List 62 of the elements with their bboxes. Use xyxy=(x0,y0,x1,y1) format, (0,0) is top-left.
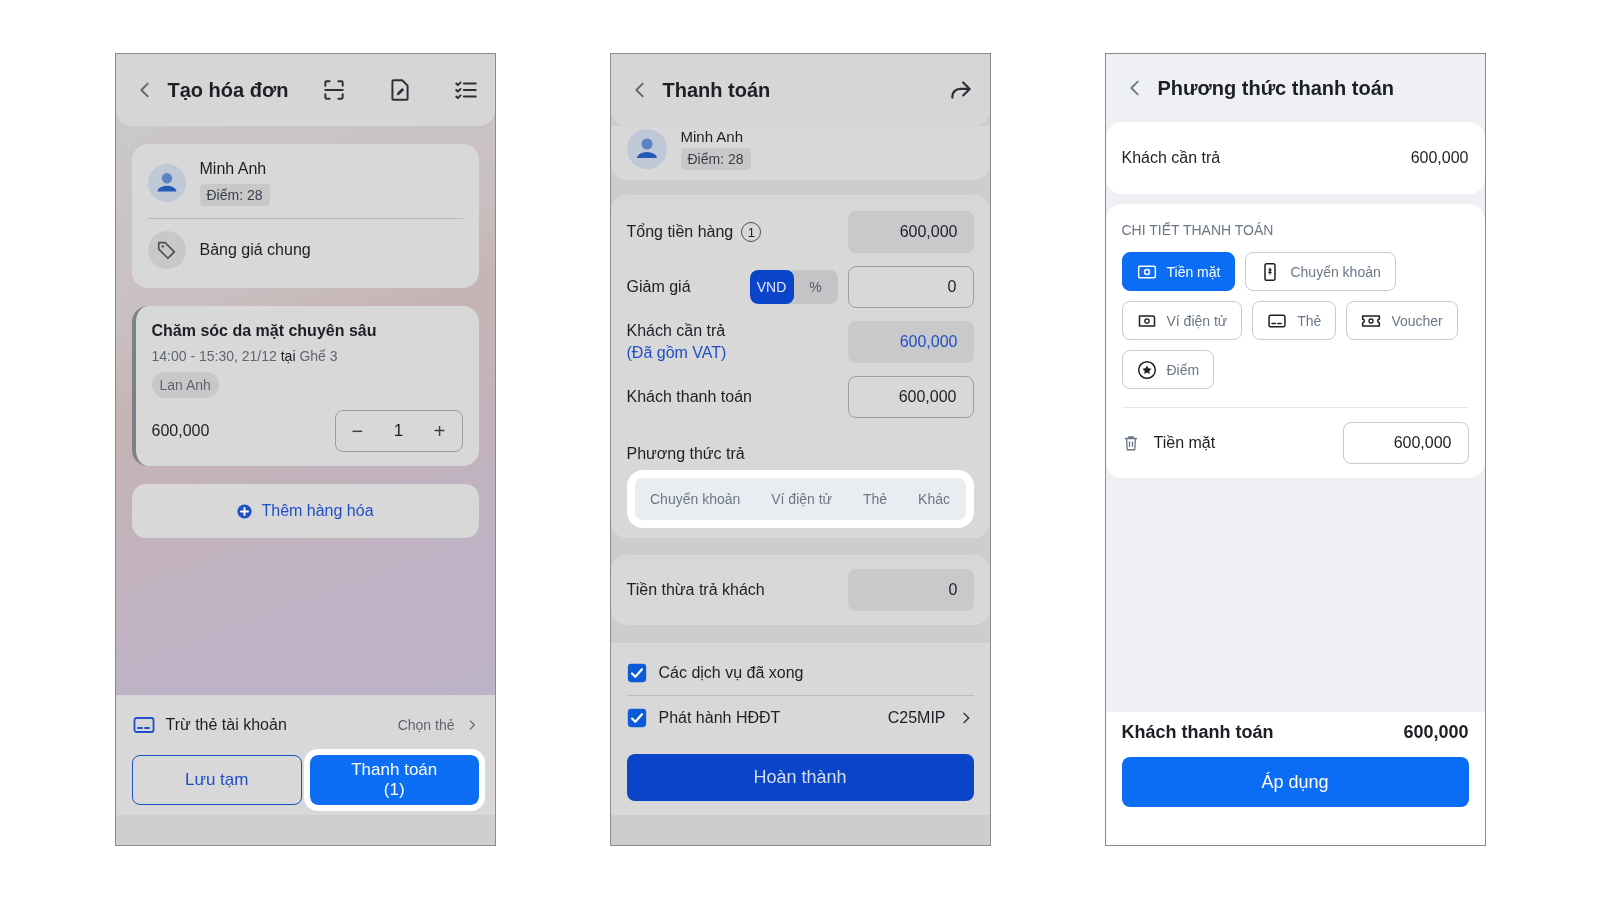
checkbox[interactable] xyxy=(626,663,647,683)
payment-method-tab[interactable]: Thẻ xyxy=(856,487,894,511)
total-value: 600,000 xyxy=(1403,722,1469,743)
avatar-icon xyxy=(147,164,186,202)
section-label: Phương thức trả xyxy=(626,445,746,463)
field-label: Khách thanh toán xyxy=(626,388,752,406)
payment-method-chip[interactable]: Ví điện tử xyxy=(1121,301,1243,340)
add-item-button[interactable]: Thêm hàng hóa xyxy=(131,484,479,538)
amount-field[interactable]: 600,000 xyxy=(1342,422,1469,464)
price-list-label[interactable]: Bảng giá chung xyxy=(199,241,311,259)
choose-card-link[interactable]: Chọn thẻ xyxy=(397,717,455,733)
staff-chip: Lan Anh xyxy=(151,372,219,398)
screen-title: Tạo hóa đơn xyxy=(167,78,290,102)
section-heading: CHI TIẾT THANH TOÁN xyxy=(1121,222,1275,238)
service-price: 600,000 xyxy=(151,422,210,440)
payment-method-tab[interactable]: Khác xyxy=(912,487,956,511)
card-deduction-label: Trừ thẻ tài khoản xyxy=(165,716,288,734)
complete-button[interactable]: Hoàn thành xyxy=(626,754,974,801)
payment-method-tab[interactable]: Chuyển khoản xyxy=(644,487,747,511)
customer-name: Minh Anh xyxy=(680,128,745,145)
total-label: Khách thanh toán xyxy=(1121,722,1274,743)
field-label: Giảm giá xyxy=(626,278,692,296)
customer-pays-field[interactable]: 600,000 xyxy=(847,376,974,418)
amount-due-field: 600,000 xyxy=(847,321,974,363)
field-label: Tiền thừa trả khách xyxy=(626,581,765,599)
field-label: Tổng tiền hàng xyxy=(626,223,734,241)
service-schedule: 14:00 - 15:30, 21/12 tại Ghế 3 xyxy=(151,348,339,364)
points-badge: Điểm: 28 xyxy=(680,148,751,170)
quantity-stepper[interactable]: − 1 + xyxy=(334,410,463,452)
vat-note: (Đã gồm VAT) xyxy=(626,344,727,362)
amount-due-label: Khách cần trả xyxy=(1121,149,1221,167)
amount-due-value: 600,000 xyxy=(1410,149,1469,167)
checkbox[interactable] xyxy=(626,708,647,728)
checkbox-label: Các dịch vụ đã xong xyxy=(658,664,805,682)
quantity-value: 1 xyxy=(393,421,404,441)
tag-icon xyxy=(155,239,178,261)
screen-title: Thanh toán xyxy=(662,78,772,102)
save-draft-button[interactable]: Lưu tạm xyxy=(131,755,302,805)
avatar-icon xyxy=(626,129,667,169)
apply-button[interactable]: Áp dụng xyxy=(1121,757,1469,807)
invoice-template-value: C25MIP xyxy=(887,709,946,727)
discount-field[interactable]: 0 xyxy=(847,266,974,308)
payment-method-chip[interactable]: Tiền mặt xyxy=(1121,252,1236,291)
points-badge: Điểm: 28 xyxy=(199,184,270,206)
decrease-button[interactable]: − xyxy=(347,419,368,443)
payment-method-tab[interactable]: Ví điện tử xyxy=(765,487,838,511)
payment-method-chip[interactable]: Điểm xyxy=(1121,350,1215,389)
screen-title: Phương thức thanh toán xyxy=(1157,76,1395,100)
payment-method-chip[interactable]: Voucher xyxy=(1346,301,1458,340)
change-field: 0 xyxy=(847,569,974,611)
field-label: Khách cần trả xyxy=(626,322,727,340)
plus-circle-icon xyxy=(236,502,254,520)
payment-line-label: Tiền mặt xyxy=(1153,434,1217,452)
payment-method-chip[interactable]: Chuyển khoản xyxy=(1245,252,1396,291)
unit-toggle[interactable]: % xyxy=(793,270,838,304)
customer-name: Minh Anh xyxy=(199,160,268,178)
increase-button[interactable]: + xyxy=(429,419,450,443)
payment-method-chip[interactable]: Thẻ xyxy=(1252,301,1337,340)
checkbox-label: Phát hành HĐĐT xyxy=(658,709,782,727)
service-name: Chăm sóc da mặt chuyên sâu xyxy=(151,322,378,340)
total-field: 600,000 xyxy=(847,211,974,253)
unit-toggle[interactable]: VND xyxy=(749,270,794,304)
